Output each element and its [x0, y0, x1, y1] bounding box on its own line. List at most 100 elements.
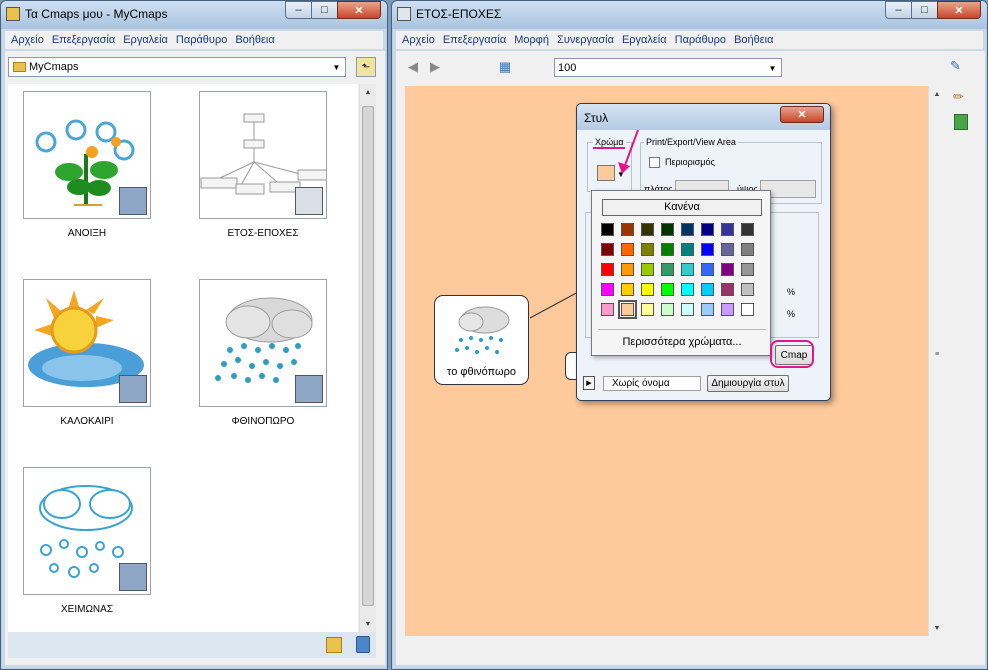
menu-format[interactable]: Μορφή [510, 34, 553, 46]
color-swatch[interactable] [621, 283, 634, 296]
maximize-button[interactable]: □ [311, 1, 338, 19]
close-button[interactable]: ✕ [337, 1, 381, 19]
color-swatch[interactable] [661, 243, 674, 256]
scroll-grip-icon[interactable]: ≡ [929, 346, 945, 362]
color-swatch[interactable] [741, 303, 754, 316]
menu-window[interactable]: Παράθυρο [172, 34, 231, 46]
color-swatch[interactable] [741, 243, 754, 256]
more-colors-link[interactable]: Περισσότερα χρώματα... [592, 336, 772, 348]
brush-icon[interactable]: ✏ [953, 89, 969, 105]
cmap-thumbnail-winter[interactable] [23, 467, 151, 595]
editor-titlebar[interactable]: ΕΤΟΣ-ΕΠΟΧΕΣ – □ ✕ [392, 1, 987, 29]
color-swatch[interactable] [601, 223, 614, 236]
style-name-field[interactable]: Χωρίς όνομα [603, 376, 701, 391]
color-swatch[interactable] [601, 283, 614, 296]
zoom-select[interactable]: 100 ▼ [554, 58, 782, 77]
menu-collaboration[interactable]: Συνεργασία [553, 34, 618, 46]
trash-icon[interactable] [356, 636, 370, 653]
color-swatch[interactable] [641, 263, 654, 276]
menu-tools[interactable]: Εργαλεία [119, 34, 172, 46]
color-swatch[interactable] [681, 223, 694, 236]
menu-file[interactable]: Αρχείο [398, 34, 439, 46]
color-swatch[interactable] [701, 263, 714, 276]
color-swatch[interactable] [681, 303, 694, 316]
mycmaps-titlebar[interactable]: Τα Cmaps μου - MyCmaps – □ ✕ [1, 1, 387, 29]
color-palette-popup: Κανένα Περισσότερα χρώματα... [591, 190, 771, 356]
concept-node-autumn[interactable]: το φθινόπωρο [434, 295, 529, 385]
color-swatch[interactable] [701, 223, 714, 236]
canvas-scrollbar[interactable]: ▲ ≡ ▼ [928, 86, 945, 636]
folder-select[interactable]: MyCmaps ▼ [8, 57, 346, 77]
back-arrow-icon[interactable]: ◀ [404, 58, 422, 76]
folder-icon [13, 62, 26, 72]
cmap-thumbnail-year-seasons[interactable] [199, 91, 327, 219]
color-swatch[interactable] [601, 243, 614, 256]
minimize-button[interactable]: – [285, 1, 312, 19]
menu-help[interactable]: Βοήθεια [730, 34, 777, 46]
scroll-down-icon[interactable]: ▼ [929, 620, 945, 636]
color-swatch[interactable] [721, 243, 734, 256]
styles-palette-icon[interactable]: ✎ [950, 58, 968, 76]
rain-cloud-icon [455, 306, 510, 354]
color-swatch[interactable] [741, 263, 754, 276]
color-swatch[interactable] [621, 223, 634, 236]
close-button[interactable]: ✕ [937, 1, 981, 19]
menu-edit[interactable]: Επεξεργασία [48, 34, 119, 46]
color-swatch[interactable] [641, 283, 654, 296]
new-folder-icon[interactable] [326, 637, 342, 653]
color-swatch[interactable] [701, 303, 714, 316]
gallery-scrollbar[interactable]: ▲ ▼ [359, 84, 376, 632]
cmap-thumbnail-summer[interactable] [23, 279, 151, 407]
color-swatch[interactable] [618, 300, 637, 319]
color-swatch[interactable] [601, 263, 614, 276]
up-folder-button[interactable]: ⬑ [356, 57, 376, 77]
create-style-button[interactable]: Δημιουργία στυλ [707, 375, 789, 392]
color-swatch[interactable] [621, 263, 634, 276]
menu-file[interactable]: Αρχείο [7, 34, 48, 46]
side-toolbar: ✏ [944, 86, 978, 646]
menu-tools[interactable]: Εργαλεία [618, 34, 671, 46]
folder-select-value: MyCmaps [29, 61, 79, 73]
scroll-up-icon[interactable]: ▲ [929, 86, 945, 102]
limit-checkbox[interactable] [649, 157, 660, 168]
color-swatch[interactable] [641, 223, 654, 236]
menu-window[interactable]: Παράθυρο [671, 34, 730, 46]
menu-edit[interactable]: Επεξεργασία [439, 34, 510, 46]
color-swatch[interactable] [661, 283, 674, 296]
scroll-up-icon[interactable]: ▲ [360, 84, 376, 100]
color-swatch[interactable] [661, 303, 674, 316]
color-swatch[interactable] [741, 223, 754, 236]
color-swatch[interactable] [701, 283, 714, 296]
color-swatch[interactable] [681, 283, 694, 296]
color-swatch[interactable] [721, 263, 734, 276]
notes-icon[interactable] [954, 114, 968, 130]
minimize-button[interactable]: – [885, 1, 912, 19]
canvas-hscroll[interactable] [405, 636, 945, 653]
color-swatch[interactable] [701, 243, 714, 256]
color-swatch[interactable] [641, 243, 654, 256]
style-dialog-titlebar[interactable]: Στυλ ✕ [577, 104, 830, 130]
menu-help[interactable]: Βοήθεια [231, 34, 278, 46]
view-options-icon[interactable]: ▦ [496, 58, 514, 76]
color-swatch[interactable] [641, 303, 654, 316]
scrollbar-thumb[interactable] [362, 106, 374, 606]
cmap-thumbnail-autumn[interactable] [199, 279, 327, 407]
color-swatch[interactable] [681, 243, 694, 256]
color-swatch[interactable] [601, 303, 614, 316]
color-swatch[interactable] [741, 283, 754, 296]
scroll-down-icon[interactable]: ▼ [360, 616, 376, 632]
no-color-button[interactable]: Κανένα [602, 199, 762, 216]
close-button[interactable]: ✕ [780, 106, 824, 123]
color-swatch[interactable] [721, 303, 734, 316]
color-swatch[interactable] [681, 263, 694, 276]
color-swatch[interactable] [661, 263, 674, 276]
color-swatch[interactable] [661, 223, 674, 236]
play-icon[interactable]: ▶ [583, 376, 595, 390]
color-swatch[interactable] [721, 223, 734, 236]
cmap-thumbnail-spring[interactable] [23, 91, 151, 219]
color-swatch[interactable] [621, 243, 634, 256]
forward-arrow-icon[interactable]: ▶ [426, 58, 444, 76]
color-swatch[interactable] [721, 283, 734, 296]
maximize-button[interactable]: □ [911, 1, 938, 19]
mycmaps-statusbar [8, 632, 376, 658]
